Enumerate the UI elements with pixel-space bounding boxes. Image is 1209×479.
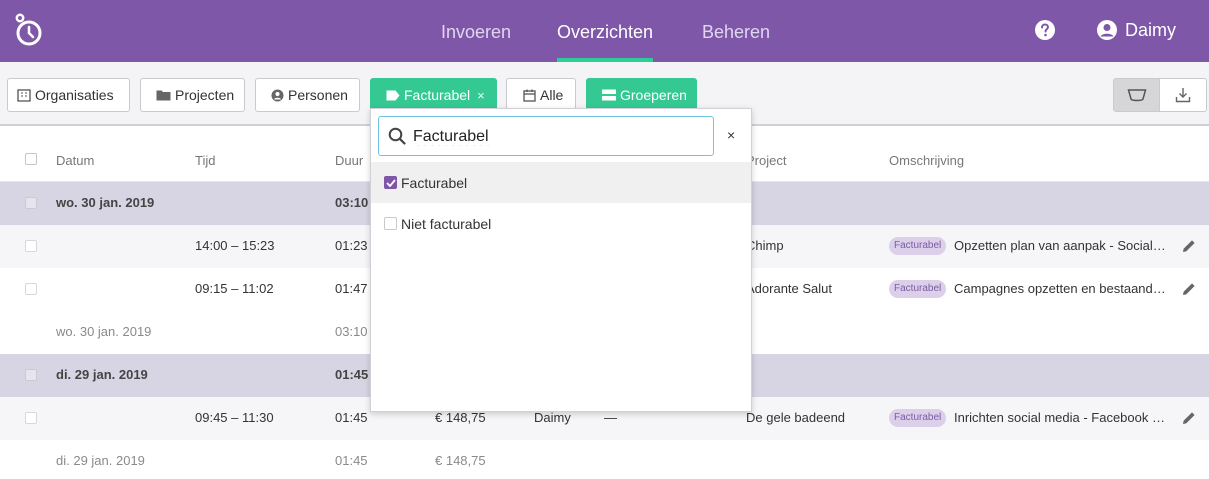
row-project: Adorante Salut xyxy=(746,281,833,296)
header-tijd[interactable]: Tijd xyxy=(195,153,215,168)
edit-pencil-icon[interactable] xyxy=(1181,238,1197,254)
checkmark-icon xyxy=(385,178,396,187)
option-niet-facturabel[interactable]: Niet facturabel xyxy=(371,203,751,244)
group-checkbox[interactable] xyxy=(25,369,37,381)
row-time: 09:15 – 11:02 xyxy=(195,281,274,296)
option-facturabel[interactable]: Facturabel xyxy=(371,162,751,203)
group-checkbox[interactable] xyxy=(25,197,37,209)
row-duration: 01:47 xyxy=(335,281,368,296)
facturabel-badge: Facturabel xyxy=(889,409,947,427)
row-duration: 01:45 xyxy=(335,410,368,425)
row-description: Opzetten plan van aanpak - Social media xyxy=(954,238,1166,253)
summary-duration: 01:45 xyxy=(335,453,368,468)
group-duration: 01:45 xyxy=(335,367,369,382)
facturabel-badge: Facturabel xyxy=(889,237,947,255)
option-label: Facturabel xyxy=(401,174,468,191)
nav-tab-overzichten[interactable]: Overzichten xyxy=(557,0,654,62)
user-circle-icon xyxy=(271,89,284,101)
facturabel-filter-button[interactable]: Facturabel × xyxy=(370,78,497,112)
top-navigation-bar: Invoeren Overzichten Beheren Daimy xyxy=(0,0,1209,62)
row-checkbox[interactable] xyxy=(25,412,37,424)
tray-icon xyxy=(1127,89,1146,102)
summary-date: di. 29 jan. 2019 xyxy=(56,453,145,468)
personen-label: Personen xyxy=(288,87,348,103)
user-circle-icon[interactable] xyxy=(1096,19,1118,41)
row-project: De gele badeend xyxy=(746,410,846,425)
projecten-filter-button[interactable]: Projecten xyxy=(140,78,245,112)
header-omschrijving[interactable]: Omschrijving xyxy=(889,153,964,168)
summary-amount: € 148,75 xyxy=(435,453,486,468)
row-description: Inrichten social media - Facebook pagina xyxy=(954,410,1166,425)
row-time: 14:00 – 15:23 xyxy=(195,238,275,253)
group-duration: 03:10 xyxy=(335,195,369,210)
facturabel-label: Facturabel xyxy=(404,87,471,103)
row-description: Campagnes opzetten en bestaande optimali… xyxy=(954,281,1166,296)
edit-pencil-icon[interactable] xyxy=(1181,410,1197,426)
alle-period-button[interactable]: Alle xyxy=(506,78,576,112)
search-box xyxy=(378,116,714,156)
row-dash: — xyxy=(604,410,617,425)
personen-filter-button[interactable]: Personen xyxy=(255,78,360,112)
tag-icon xyxy=(386,90,400,100)
option-label: Niet facturabel xyxy=(401,215,492,232)
header-project[interactable]: Project xyxy=(746,153,786,168)
row-person: Daimy xyxy=(534,410,571,425)
group-date: di. 29 jan. 2019 xyxy=(56,367,148,382)
question-circle-icon[interactable] xyxy=(1034,19,1056,41)
group-rows-icon xyxy=(602,89,616,101)
stopwatch-logo-icon[interactable] xyxy=(14,12,44,48)
nav-tab-invoeren[interactable]: Invoeren xyxy=(441,0,511,62)
summary-date: wo. 30 jan. 2019 xyxy=(56,324,152,339)
calendar-icon xyxy=(523,89,536,102)
building-icon xyxy=(17,88,31,102)
groeperen-label: Groeperen xyxy=(620,87,687,103)
facturabel-filter-dropdown: × Facturabel Niet facturabel xyxy=(370,108,752,412)
tray-view-button[interactable] xyxy=(1114,79,1160,111)
alle-label: Alle xyxy=(540,87,564,103)
row-checkbox[interactable] xyxy=(25,240,37,252)
download-button[interactable] xyxy=(1160,79,1206,111)
search-icon xyxy=(388,127,406,145)
option-checkbox[interactable] xyxy=(384,217,397,230)
group-date: wo. 30 jan. 2019 xyxy=(56,195,155,210)
row-checkbox[interactable] xyxy=(25,283,37,295)
edit-pencil-icon[interactable] xyxy=(1181,281,1197,297)
projecten-label: Projecten xyxy=(175,87,235,103)
row-amount: € 148,75 xyxy=(435,410,486,425)
facturabel-badge: Facturabel xyxy=(889,280,947,298)
user-name[interactable]: Daimy xyxy=(1125,19,1176,41)
option-checkbox[interactable] xyxy=(384,176,397,189)
groeperen-button[interactable]: Groeperen xyxy=(586,78,697,112)
header-duur[interactable]: Duur xyxy=(335,153,363,168)
row-duration: 01:23 xyxy=(335,238,368,253)
summary-duration: 03:10 xyxy=(335,324,368,339)
group-summary-row: di. 29 jan. 2019 01:45 € 148,75 xyxy=(0,440,1209,479)
organisaties-label: Organisaties xyxy=(35,87,114,103)
organisaties-filter-button[interactable]: Organisaties xyxy=(7,78,130,112)
download-icon xyxy=(1175,88,1191,103)
close-dropdown-icon[interactable]: × xyxy=(727,127,735,143)
clear-filter-icon[interactable]: × xyxy=(477,88,485,103)
view-toggle xyxy=(1113,78,1207,112)
search-input[interactable] xyxy=(413,126,703,148)
nav-tab-beheren[interactable]: Beheren xyxy=(702,0,770,62)
select-all-checkbox[interactable] xyxy=(25,153,37,165)
row-time: 09:45 – 11:30 xyxy=(195,410,274,425)
folder-icon xyxy=(156,90,171,101)
header-datum[interactable]: Datum xyxy=(56,153,94,168)
